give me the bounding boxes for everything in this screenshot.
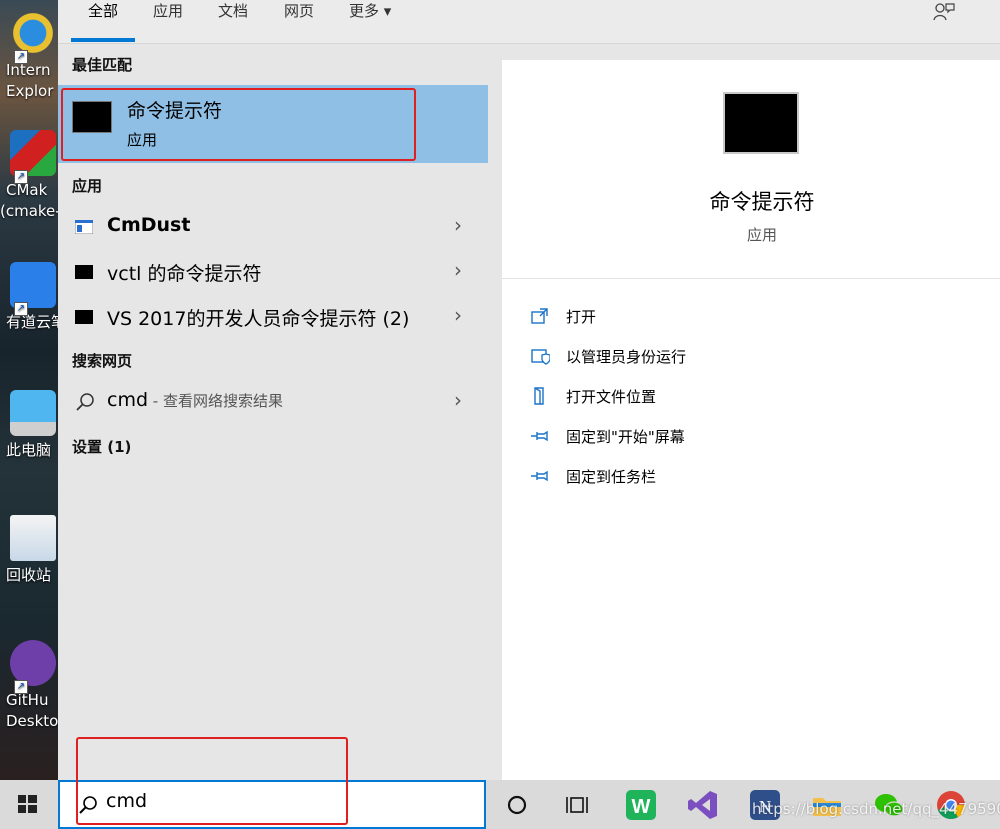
- action-label: 固定到任务栏: [566, 468, 657, 486]
- web-search-result[interactable]: cmd - 查看网络搜索结果 ›: [58, 380, 488, 424]
- pin-icon: [531, 430, 548, 442]
- desktop-icon-internet-explorer[interactable]: ↗ Intern Explor: [6, 10, 58, 102]
- desktop-icon-cmake[interactable]: ↗ CMak (cmake-: [0, 130, 58, 222]
- command-prompt-icon: [75, 310, 93, 324]
- action-label: 打开: [566, 308, 597, 326]
- computer-icon: [10, 390, 56, 436]
- app-result-vs2017-command-prompt[interactable]: VS 2017的开发人员命令提示符 (2) ›: [58, 295, 488, 339]
- web-result-label: cmd - 查看网络搜索结果: [107, 389, 283, 411]
- section-heading-apps: 应用: [72, 177, 103, 195]
- preview-app-name: 命令提示符: [709, 190, 815, 214]
- search-icon: [76, 393, 94, 411]
- shortcut-arrow-icon: ↗: [14, 50, 28, 64]
- active-tab-indicator: [71, 38, 136, 42]
- chevron-right-icon[interactable]: ›: [454, 303, 462, 327]
- results-list: 最佳匹配 命令提示符 应用 应用 CmDust › vctl 的命令提示符 › …: [58, 44, 488, 780]
- web-query: cmd: [107, 389, 149, 411]
- windows-start-icon[interactable]: [0, 780, 56, 829]
- web-hint: - 查看网络搜索结果: [148, 392, 283, 410]
- app-result-label: VS 2017的开发人员命令提示符 (2): [107, 308, 410, 330]
- app-result-label: vctl 的命令提示符: [107, 263, 262, 285]
- task-view-icon[interactable]: [560, 788, 594, 822]
- preview-pane: 命令提示符 应用 打开 以管理员身份运行 打开文件位置 固定到"开始"屏幕 固定…: [502, 60, 1000, 780]
- tab-apps[interactable]: 应用: [153, 0, 183, 44]
- highlight-annotation-box: [76, 737, 348, 825]
- app-result-vctl-command-prompt[interactable]: vctl 的命令提示符 ›: [58, 250, 488, 294]
- file-location-icon: [534, 387, 544, 405]
- desktop-icon-this-pc[interactable]: 此电脑: [6, 390, 58, 461]
- open-icon: [531, 308, 548, 324]
- chevron-right-icon[interactable]: ›: [454, 213, 462, 237]
- recycle-bin-icon: [10, 515, 56, 561]
- app-result-cmdust[interactable]: CmDust ›: [58, 205, 488, 249]
- tab-web[interactable]: 网页: [284, 0, 314, 44]
- divider: [502, 278, 1000, 279]
- app-result-label: CmDust: [107, 214, 191, 236]
- section-heading-best-match: 最佳匹配: [72, 56, 133, 74]
- highlight-annotation-box: [61, 88, 416, 161]
- desktop-icon-label: Explor: [6, 82, 54, 100]
- desktop-icon-label: 此电脑: [6, 441, 52, 459]
- section-heading-web: 搜索网页: [72, 352, 133, 370]
- tab-more[interactable]: 更多 ▾: [349, 0, 391, 44]
- shortcut-arrow-icon: ↗: [14, 170, 28, 184]
- tab-documents[interactable]: 文档: [218, 0, 248, 44]
- chevron-right-icon[interactable]: ›: [454, 388, 462, 412]
- tab-label: 应用: [153, 2, 184, 20]
- desktop-icon-label: 回收站: [6, 566, 52, 584]
- action-label: 固定到"开始"屏幕: [566, 428, 685, 446]
- section-heading-settings[interactable]: 设置 (1): [72, 436, 131, 457]
- tab-label: 网页: [284, 2, 315, 20]
- cmdust-icon: [75, 220, 93, 234]
- desktop-icon-youdao-note[interactable]: ↗ 有道云笔: [6, 262, 58, 333]
- shortcut-arrow-icon: ↗: [14, 680, 28, 694]
- tab-all[interactable]: 全部: [71, 0, 136, 44]
- action-label: 以管理员身份运行: [566, 348, 687, 366]
- pin-icon: [531, 470, 548, 482]
- shortcut-arrow-icon: ↗: [14, 302, 28, 316]
- desktop-icon-label: (cmake-: [0, 202, 58, 220]
- desktop-icon-label: Deskto: [6, 712, 58, 730]
- filter-tabs: 全部 应用 文档 网页 更多 ▾: [58, 0, 1000, 44]
- search-panel: 全部 应用 文档 网页 更多 ▾ 最佳匹配 命令提示符 应用 应用 CmDust…: [58, 0, 1000, 780]
- svg-text:W: W: [632, 796, 651, 818]
- tab-label: 文档: [218, 2, 249, 20]
- cortana-icon[interactable]: [500, 788, 534, 822]
- feedback-icon[interactable]: [933, 2, 955, 22]
- tab-label: 全部: [88, 2, 119, 20]
- tab-label: 更多 ▾: [349, 2, 392, 20]
- command-prompt-large-icon: [723, 92, 799, 154]
- desktop-background: ↗ Intern Explor ↗ CMak (cmake- ↗ 有道云笔 此电…: [0, 0, 58, 780]
- shield-icon: [531, 349, 550, 365]
- watermark: https://blog.csdn.net/qq_44795907: [752, 800, 1000, 818]
- command-prompt-icon: [75, 265, 93, 279]
- chevron-right-icon[interactable]: ›: [454, 258, 462, 282]
- wps-icon[interactable]: W: [624, 788, 658, 822]
- desktop-icon-recycle-bin[interactable]: 回收站: [6, 515, 58, 586]
- action-label: 打开文件位置: [566, 388, 657, 406]
- visual-studio-icon[interactable]: [686, 788, 720, 822]
- preview-app-type: 应用: [746, 226, 777, 244]
- desktop-icon-github-desktop[interactable]: ↗ GitHu Deskto: [6, 640, 58, 732]
